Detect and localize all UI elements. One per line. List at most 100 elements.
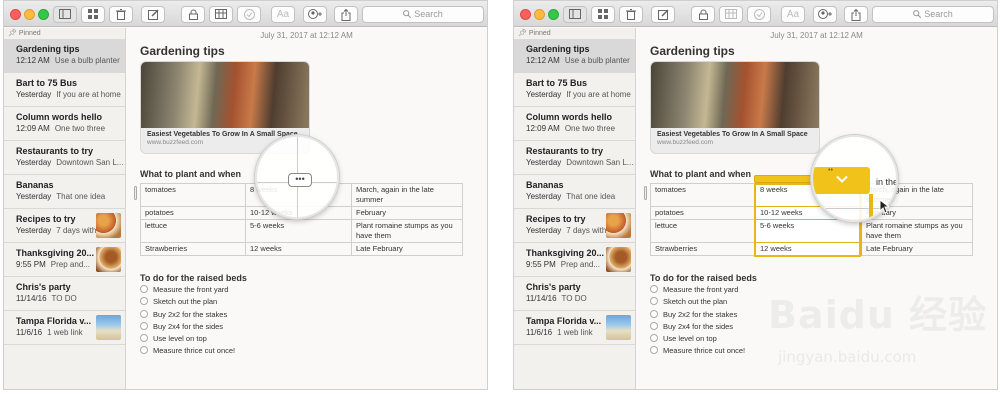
note-item-thanksgiving[interactable]: Thanksgiving 20... 9:55 PM Prep and... (514, 243, 635, 277)
link-preview-card[interactable]: Easiest Vegetables To Grow In A Small Sp… (650, 61, 820, 154)
checkbox-circle[interactable] (650, 321, 658, 330)
checklist-button[interactable] (237, 6, 261, 23)
note-item-bananas[interactable]: Bananas Yesterday That one idea (4, 175, 125, 209)
checkbox-circle[interactable] (650, 334, 658, 343)
note-item-column-words[interactable]: Column words hello 12:09 AM One two three (514, 107, 635, 141)
note-item-gardening[interactable]: Gardening tips 12:12 AM Use a bulb planter (514, 39, 635, 73)
attachments-button[interactable] (81, 6, 105, 23)
note-date: 12:09 AM (16, 124, 50, 133)
delete-button[interactable] (619, 6, 643, 23)
checkbox-circle[interactable] (140, 285, 148, 293)
note-title: Gardening tips (526, 44, 590, 54)
checkbox-circle[interactable] (140, 334, 148, 343)
zoom-window-button[interactable] (38, 9, 49, 20)
note-date: 11/6/16 (526, 328, 553, 337)
add-people-button[interactable] (303, 6, 327, 23)
note-thumbnail (606, 247, 631, 272)
note-item-chris-party[interactable]: Chris's party 11/14/16 TO DO (514, 277, 635, 311)
table-cell[interactable]: 5-6 weeks (245, 219, 352, 243)
table-cell[interactable]: potatoes (650, 206, 756, 220)
lock-button[interactable] (691, 6, 715, 23)
checkbox-circle[interactable] (650, 309, 658, 318)
note-timestamp: July 31, 2017 at 12:12 AM (260, 31, 353, 40)
checkbox-circle[interactable] (140, 346, 148, 355)
link-preview-image (141, 62, 309, 128)
table-cell[interactable]: tomatoes (140, 183, 246, 207)
table-cell[interactable]: March, again in the late summer (351, 183, 463, 207)
share-icon (341, 9, 351, 21)
table-cell[interactable]: February (351, 206, 463, 220)
lock-button[interactable] (181, 6, 205, 23)
table-button[interactable] (719, 6, 743, 23)
checklist-item: Buy 2x2 for the stakes (650, 309, 745, 322)
note-item-chris-party[interactable]: Chris's party 11/14/16 TO DO (4, 277, 125, 311)
table-cell[interactable]: Strawberries (140, 242, 246, 256)
note-item-column-words[interactable]: Column words hello 12:09 AM One two three (4, 107, 125, 141)
format-button[interactable]: Aa (781, 6, 805, 23)
note-item-bart[interactable]: Bart to 75 Bus Yesterday If you are at hom… (4, 73, 125, 107)
table-row: Strawberries 12 weeks Late February (140, 242, 463, 256)
new-note-button[interactable] (651, 6, 675, 23)
minimize-window-button[interactable] (24, 9, 35, 20)
table-cell[interactable]: tomatoes (650, 183, 756, 207)
delete-button[interactable] (109, 6, 133, 23)
table-cell[interactable]: potatoes (140, 206, 246, 220)
column-menu-button[interactable] (813, 167, 870, 194)
note-item-tampa[interactable]: Tampa Florida v... 11/6/16 1 web link (514, 311, 635, 345)
table-cell[interactable]: Late February (861, 242, 973, 256)
note-item-tampa[interactable]: Tampa Florida v... 11/6/16 1 web link (4, 311, 125, 345)
new-note-button[interactable] (141, 6, 165, 23)
table-cell[interactable]: lettuce (650, 219, 756, 243)
minimize-window-button[interactable] (534, 9, 545, 20)
zoom-window-button[interactable] (548, 9, 559, 20)
note-item-restaurants[interactable]: Restaurants to try Yesterday Downtown San … (4, 141, 125, 175)
pin-icon: 📌︎ (518, 30, 527, 37)
table-cell[interactable]: 12 weeks (245, 242, 352, 256)
link-url: www.buzzfeed.com (657, 139, 713, 146)
search-input[interactable]: Search (872, 6, 994, 23)
note-item-bart[interactable]: Bart to 75 Bus Yesterday If you are at hom… (514, 73, 635, 107)
add-people-icon (308, 9, 322, 19)
note-date: 11/14/16 (16, 294, 47, 303)
close-window-button[interactable] (10, 9, 21, 20)
checkbox-circle[interactable] (650, 285, 658, 293)
note-item-bananas[interactable]: Bananas Yesterday That one idea (514, 175, 635, 209)
table-more-button[interactable]: ••• (288, 173, 312, 187)
checkbox-circle[interactable] (140, 297, 148, 306)
note-date: 12:09 AM (526, 124, 560, 133)
sidebar-toggle-button[interactable] (53, 6, 77, 23)
format-button[interactable]: Aa (271, 6, 295, 23)
checkbox-circle[interactable] (650, 346, 658, 355)
table-cell[interactable]: lettuce (140, 219, 246, 243)
share-button[interactable] (844, 6, 868, 23)
note-preview: Use a bulb planter (54, 56, 120, 65)
share-button[interactable] (334, 6, 358, 23)
note-item-restaurants[interactable]: Restaurants to try Yesterday Downtown San … (514, 141, 635, 175)
notes-list: 📌︎ Pinned Gardening tips 12:12 AM Use a bul… (4, 28, 126, 389)
checkbox-circle[interactable] (650, 297, 658, 306)
table-cell[interactable]: Strawberries (650, 242, 756, 256)
add-people-button[interactable] (813, 6, 837, 23)
table-cell[interactable]: Plant romaine stumps as you have them (861, 219, 973, 243)
note-thumbnail (96, 315, 121, 340)
checklist-item: Buy 2x4 for the sides (140, 321, 235, 334)
checkbox-circle[interactable] (140, 309, 148, 318)
note-item-thanksgiving[interactable]: Thanksgiving 20... 9:55 PM Prep and... (4, 243, 125, 277)
note-item-gardening[interactable]: Gardening tips 12:12 AM Use a bulb planter (4, 39, 125, 73)
checklist-text: Measure the front yard (153, 285, 229, 294)
search-input[interactable]: Search (362, 6, 484, 23)
section-heading: What to plant and when (650, 169, 751, 179)
attachments-button[interactable] (591, 6, 615, 23)
checklist-button[interactable] (747, 6, 771, 23)
note-date: Yesterday (16, 90, 52, 99)
notes-list: 📌︎ Pinned Gardening tips 12:12 AM Use a bul… (514, 28, 636, 389)
table-button[interactable] (209, 6, 233, 23)
checkbox-circle[interactable] (140, 321, 148, 330)
table-cell[interactable]: Plant romaine stumps as you have them (351, 219, 463, 243)
close-window-button[interactable] (520, 9, 531, 20)
note-preview: 1 web link (557, 328, 593, 337)
sidebar-toggle-button[interactable] (563, 6, 587, 23)
table-cell[interactable]: Late February (351, 242, 463, 256)
note-item-recipes[interactable]: Recipes to try Yesterday 7 days with n... (4, 209, 125, 243)
note-item-recipes[interactable]: Recipes to try Yesterday 7 days with n... (514, 209, 635, 243)
